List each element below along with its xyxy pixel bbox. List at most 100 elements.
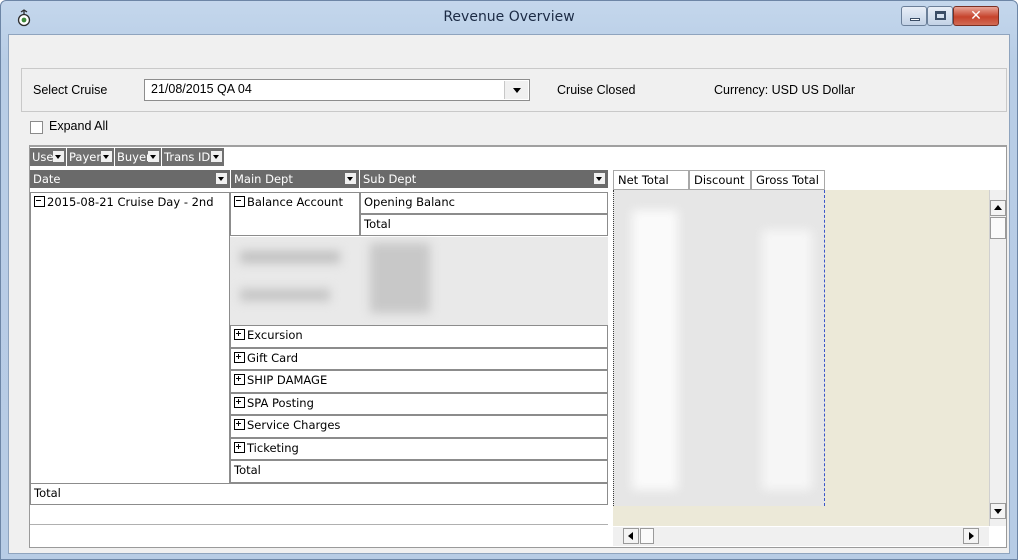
row-header-dept-total-label: Total (234, 463, 261, 477)
filter-dropdown-icon[interactable] (211, 151, 222, 162)
row-header-excursion-label: Excursion (247, 328, 303, 342)
row-header-balance-account-label: Balance Account (247, 195, 343, 209)
group-by-payer[interactable]: Payer (67, 148, 114, 166)
row-header-date-label: 2015-08-21 Cruise Day - 2nd (47, 195, 214, 209)
collapse-icon[interactable] (234, 196, 245, 207)
row-header-gift-card-label: Gift Card (247, 351, 299, 365)
row-header-ticketing[interactable]: Ticketing (230, 438, 608, 460)
redacted-text (240, 289, 330, 301)
expand-all-checkbox[interactable] (30, 121, 43, 134)
expand-icon[interactable] (234, 419, 245, 430)
expand-icon[interactable] (234, 397, 245, 408)
title-bar[interactable]: Revenue Overview ✕ (0, 0, 1018, 34)
row-header-ship-damage[interactable]: SHIP DAMAGE (230, 370, 608, 393)
minimize-icon (910, 18, 920, 21)
chevron-down-icon (213, 155, 219, 159)
scroll-left-button[interactable] (623, 528, 639, 544)
chevron-down-icon (218, 177, 224, 181)
horizontal-scrollbar[interactable] (613, 527, 989, 546)
chevron-down-icon (55, 155, 61, 159)
expand-icon[interactable] (234, 374, 245, 385)
empty-grid-area (613, 506, 989, 526)
chevron-right-icon (969, 532, 974, 540)
redacted-rows (230, 237, 608, 325)
chevron-up-icon (994, 205, 1002, 210)
row-header-balance-total-label: Total (364, 217, 391, 231)
column-header-sub-dept-label: Sub Dept (363, 172, 417, 186)
collapse-icon[interactable] (34, 196, 45, 207)
filter-dropdown-icon[interactable] (148, 151, 159, 162)
value-header-discount-label: Discount (694, 173, 745, 187)
divider (30, 524, 608, 525)
chevron-down-icon (596, 177, 602, 181)
row-header-balance-account[interactable]: Balance Account (230, 192, 360, 236)
chevron-down-icon (994, 509, 1002, 514)
row-header-grand-total-label: Total (34, 486, 61, 500)
column-header-date[interactable]: Date (30, 170, 230, 188)
group-by-buyer[interactable]: Buyer (115, 148, 161, 166)
chevron-down-icon (347, 177, 353, 181)
column-header-sub-dept[interactable]: Sub Dept (360, 170, 608, 188)
group-by-user[interactable]: User (30, 148, 66, 166)
chevron-down-icon (150, 155, 156, 159)
row-header-opening-balance[interactable]: Opening Balanc (360, 192, 608, 214)
maximize-button[interactable] (927, 6, 953, 26)
minimize-button[interactable] (901, 6, 927, 26)
column-header-main-dept[interactable]: Main Dept (231, 170, 359, 188)
expand-icon[interactable] (234, 442, 245, 453)
chevron-down-icon (513, 88, 521, 93)
chevron-left-icon (628, 532, 633, 540)
cruise-combobox[interactable]: 21/08/2015 QA 04 (144, 79, 530, 101)
value-header-net-total-label: Net Total (618, 173, 669, 187)
group-by-trans-id-label: Trans ID (164, 150, 211, 164)
redacted-text (240, 251, 340, 263)
filter-dropdown-icon[interactable] (216, 173, 227, 184)
filter-dropdown-icon[interactable] (101, 151, 112, 162)
redacted-values (632, 210, 678, 490)
filter-dropdown-icon[interactable] (53, 151, 64, 162)
value-header-gross-total-label: Gross Total (756, 173, 819, 187)
redacted-values (762, 230, 812, 490)
column-header-main-dept-label: Main Dept (234, 172, 293, 186)
row-header-ticketing-label: Ticketing (247, 441, 299, 455)
row-header-opening-balance-label: Opening Balanc (364, 195, 455, 209)
row-header-ship-damage-label: SHIP DAMAGE (247, 373, 328, 387)
chevron-down-icon (103, 155, 109, 159)
scrollbar-thumb[interactable] (640, 528, 654, 544)
row-header-excursion[interactable]: Excursion (230, 325, 608, 348)
empty-grid-area (825, 190, 989, 506)
value-header-discount[interactable]: Discount (689, 170, 751, 190)
row-header-gift-card[interactable]: Gift Card (230, 348, 608, 370)
row-header-balance-total[interactable]: Total (360, 214, 608, 236)
expand-icon[interactable] (234, 352, 245, 363)
filter-dropdown-icon[interactable] (345, 173, 356, 184)
row-header-spa-posting-label: SPA Posting (247, 396, 314, 410)
scroll-down-button[interactable] (990, 503, 1006, 519)
select-cruise-label: Select Cruise (33, 83, 108, 97)
close-icon: ✕ (970, 8, 982, 24)
maximize-icon (935, 11, 946, 20)
currency-label: Currency: USD US Dollar (714, 83, 856, 97)
close-button[interactable]: ✕ (953, 6, 999, 26)
row-header-date[interactable]: 2015-08-21 Cruise Day - 2nd (30, 192, 230, 484)
row-header-grand-total[interactable]: Total (30, 483, 608, 505)
scroll-right-button[interactable] (963, 528, 979, 544)
cruise-combobox-value: 21/08/2015 QA 04 (151, 82, 252, 96)
window-title: Revenue Overview (443, 9, 575, 25)
value-header-gross-total[interactable]: Gross Total (751, 170, 825, 190)
group-by-buyer-label: Buyer (117, 150, 151, 164)
row-header-service-charges[interactable]: Service Charges (230, 415, 608, 438)
filter-dropdown-icon[interactable] (594, 173, 605, 184)
vertical-scrollbar[interactable] (989, 190, 1006, 526)
column-header-date-label: Date (33, 172, 61, 186)
scrollbar-thumb[interactable] (990, 217, 1006, 239)
value-header-net-total[interactable]: Net Total (613, 170, 689, 190)
value-cells-redacted (613, 190, 825, 506)
row-header-dept-total[interactable]: Total (230, 460, 608, 483)
row-header-spa-posting[interactable]: SPA Posting (230, 393, 608, 415)
expand-all-label[interactable]: Expand All (49, 119, 108, 133)
cruise-dropdown-button[interactable] (504, 81, 528, 99)
expand-icon[interactable] (234, 329, 245, 340)
scroll-up-button[interactable] (990, 200, 1006, 216)
group-by-trans-id[interactable]: Trans ID (162, 148, 224, 166)
